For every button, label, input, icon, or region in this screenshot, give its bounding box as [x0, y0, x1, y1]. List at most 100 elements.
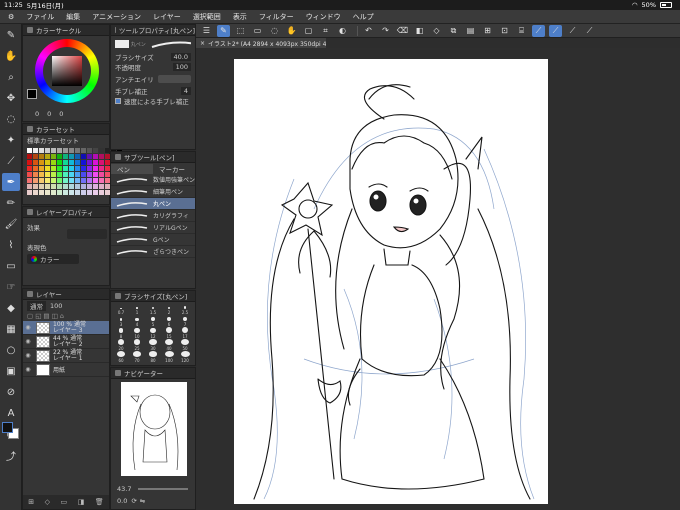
document-tab[interactable]: × イラスト2* (A4 2894 x 4093px 350dpi 43.7%) [196, 38, 326, 48]
color-swatch[interactable] [51, 178, 56, 183]
color-swatch[interactable] [81, 190, 86, 195]
brush-size-preset[interactable]: 40 [161, 339, 177, 351]
color-swatch[interactable] [39, 184, 44, 189]
color-swatch[interactable] [93, 166, 98, 171]
sub-tool-item[interactable]: カリグラフィ [111, 210, 195, 222]
color-swatch[interactable] [63, 166, 68, 171]
color-swatch[interactable] [27, 172, 32, 177]
main-sub-color-icon[interactable] [2, 422, 20, 440]
speed-checkbox[interactable] [115, 98, 121, 104]
airbrush-icon[interactable]: ⌇ [2, 236, 20, 254]
text-icon[interactable]: A [2, 404, 20, 422]
color-swatch[interactable] [87, 184, 92, 189]
transform-icon[interactable]: ⬚ [234, 25, 247, 37]
grid-icon[interactable]: ⊞ [481, 25, 494, 37]
correction-icon-3[interactable]: ⟋ [566, 25, 579, 37]
color-swatch[interactable] [93, 190, 98, 195]
color-swatch[interactable] [27, 166, 32, 171]
brush-size-preset[interactable]: 7 [177, 315, 193, 327]
visibility-eye-icon[interactable]: ◉ [23, 338, 33, 345]
color-swatch[interactable] [27, 154, 32, 159]
color-swatch[interactable] [57, 160, 62, 165]
color-swatch[interactable] [39, 190, 44, 195]
color-swatch[interactable] [81, 148, 86, 153]
color-swatch[interactable] [45, 154, 50, 159]
color-swatch[interactable] [39, 148, 44, 153]
paper-layer-row[interactable]: ◉ 用紙 [23, 363, 109, 377]
color-swatch[interactable] [51, 148, 56, 153]
color-swatch[interactable] [27, 148, 32, 153]
menu-help[interactable]: ヘルプ [347, 10, 380, 24]
color-swatch[interactable] [33, 160, 38, 165]
brush-size-preset[interactable]: 1 [129, 303, 145, 315]
menu-animation[interactable]: アニメーション [86, 10, 147, 24]
sub-tool-item[interactable]: 丸ペン [111, 198, 195, 210]
color-swatch[interactable] [33, 154, 38, 159]
color-swatch[interactable] [51, 160, 56, 165]
hand-tool-icon[interactable]: ✋ [285, 25, 298, 37]
brush-size-preset[interactable]: 25 [129, 339, 145, 351]
auto-select-icon[interactable]: ✦ [2, 131, 20, 149]
color-swatch[interactable] [81, 172, 86, 177]
color-wheel[interactable] [35, 39, 99, 103]
brush-size-preset[interactable]: 4 [129, 315, 145, 327]
color-swatch[interactable] [27, 190, 32, 195]
sub-tool-item[interactable]: 細筆用ペン [111, 186, 195, 198]
figure-icon[interactable]: ○ [2, 341, 20, 359]
layer-row[interactable]: ◉ 44 % 通常 レイヤー 2 [23, 335, 109, 349]
ruler-icon[interactable]: ⊘ [2, 383, 20, 401]
color-swatch[interactable] [87, 172, 92, 177]
color-swatch[interactable] [75, 172, 80, 177]
visibility-eye-icon[interactable]: ◉ [23, 324, 33, 331]
color-swatch[interactable] [63, 160, 68, 165]
brush-size-preset[interactable]: 15 [161, 327, 177, 339]
color-swatch[interactable] [45, 184, 50, 189]
color-swatch[interactable] [87, 148, 92, 153]
color-swatch[interactable] [57, 154, 62, 159]
color-swatch[interactable] [39, 154, 44, 159]
color-swatch[interactable] [93, 148, 98, 153]
color-swatch[interactable] [57, 190, 62, 195]
brush-size-preset[interactable]: 12 [145, 327, 161, 339]
color-swatch[interactable] [27, 160, 32, 165]
rotate-icon[interactable]: ⟳ [131, 497, 136, 505]
visibility-eye-icon[interactable]: ◉ [23, 366, 33, 373]
color-swatch[interactable] [51, 190, 56, 195]
brush-size-preset[interactable]: 2.5 [177, 303, 193, 315]
color-swatch[interactable] [63, 172, 68, 177]
color-swatch[interactable] [63, 184, 68, 189]
effect-buttons[interactable] [67, 229, 107, 239]
color-swatch[interactable] [99, 184, 104, 189]
copy-icon[interactable]: ⧉ [447, 25, 460, 37]
menu-edit[interactable]: 編集 [60, 10, 86, 24]
color-swatch[interactable] [75, 148, 80, 153]
brush-size-value[interactable]: 40.0 [170, 53, 191, 61]
color-swatch[interactable] [33, 178, 38, 183]
color-swatch[interactable] [33, 172, 38, 177]
color-swatch[interactable] [69, 166, 74, 171]
new-vector-layer-icon[interactable]: ◇ [45, 498, 50, 506]
brush-size-preset[interactable]: 120 [177, 351, 193, 363]
navigator-preview[interactable] [121, 382, 187, 476]
color-swatch[interactable] [33, 190, 38, 195]
color-swatch[interactable] [63, 154, 68, 159]
color-swatch[interactable] [27, 178, 32, 183]
pencil-icon[interactable]: ✏ [2, 194, 20, 212]
color-swatch[interactable] [75, 178, 80, 183]
canvas-paper[interactable] [234, 59, 548, 504]
saturation-value-square[interactable] [52, 56, 82, 86]
zoom-icon[interactable]: ⌕ [2, 68, 20, 86]
blend-icon[interactable]: ☞ [2, 278, 20, 296]
eyedropper-icon[interactable]: ⟋ [2, 152, 20, 170]
layer-row[interactable]: ◉ 22 % 通常 レイヤー 1 [23, 349, 109, 363]
color-swatch[interactable] [99, 190, 104, 195]
brush-size-preset[interactable]: 0.7 [113, 303, 129, 315]
color-swatch[interactable] [57, 184, 62, 189]
move-icon[interactable]: ✥ [2, 89, 20, 107]
color-swatch[interactable] [81, 184, 86, 189]
opacity-value[interactable]: 100 [172, 63, 191, 71]
color-swatch[interactable] [93, 178, 98, 183]
color-swatch[interactable] [81, 160, 86, 165]
color-swatch[interactable] [75, 154, 80, 159]
color-swatch[interactable] [99, 178, 104, 183]
